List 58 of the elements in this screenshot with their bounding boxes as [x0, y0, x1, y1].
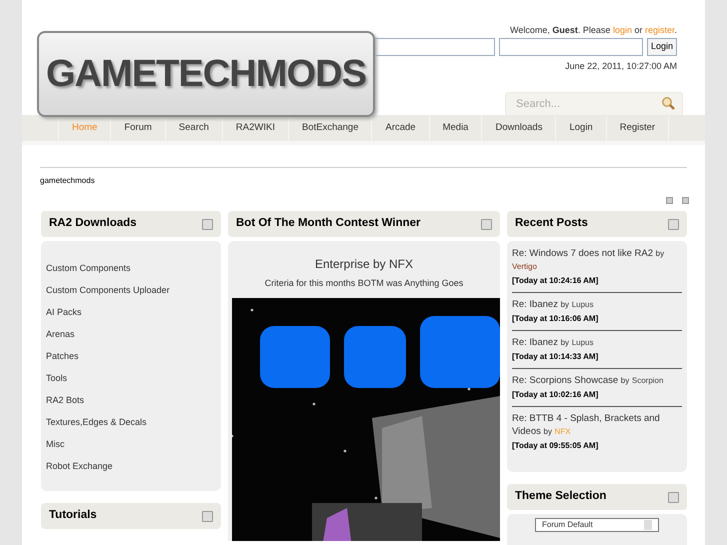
- search-icon[interactable]: [661, 96, 675, 110]
- panel-title: Recent Posts: [515, 216, 588, 232]
- collapse-icon[interactable]: [202, 218, 213, 230]
- panel-title: Tutorials: [49, 508, 97, 524]
- collapse-icon[interactable]: [202, 510, 213, 522]
- download-link[interactable]: Tools: [46, 371, 68, 385]
- nav-tab[interactable]: Register: [606, 115, 670, 141]
- collapse-icon[interactable]: [481, 218, 492, 230]
- post-title: Re: Ibanez by Lupus: [512, 336, 594, 349]
- post-time: [Today at 10:14:33 AM]: [512, 351, 600, 363]
- panel-title: Bot Of The Month Contest Winner: [236, 216, 421, 232]
- winner-title: Enterprise by NFX: [314, 256, 414, 273]
- author-link[interactable]: Lupus: [572, 300, 594, 309]
- post-time: [Today at 10:24:16 AM]: [512, 275, 600, 287]
- download-link[interactable]: AI Packs: [46, 305, 82, 319]
- nav-tab[interactable]: Login: [555, 115, 606, 141]
- download-link[interactable]: Robot Exchange: [46, 459, 113, 473]
- nav-tab[interactable]: RA2WIKI: [222, 115, 288, 141]
- nav-tab[interactable]: Media: [428, 115, 482, 141]
- author-link[interactable]: Scorpion: [632, 376, 664, 385]
- nav-tab[interactable]: Arcade: [371, 115, 429, 141]
- download-link[interactable]: Custom Components Uploader: [46, 283, 170, 297]
- username-field[interactable]: [372, 38, 495, 56]
- panel-title: Theme Selection: [515, 489, 606, 504]
- criteria-text: Criteria for this months BOTM was Anything Goes: [264, 277, 464, 290]
- nav-tab[interactable]: Search: [164, 115, 222, 141]
- nav-tab[interactable]: Forum: [110, 115, 165, 141]
- logo[interactable]: GAMETECHMODS: [37, 31, 375, 117]
- search-field[interactable]: Search...: [505, 92, 683, 116]
- password-field[interactable]: [498, 38, 643, 56]
- post-title: Re: Scorpions Showcase by Scorpion: [512, 374, 664, 387]
- post-title: Re: Windows 7 does not like RA2 by Vertigo: [512, 247, 666, 273]
- post-time: [Today at 09:55:05 AM]: [512, 440, 600, 452]
- post-time: [Today at 10:16:06 AM]: [512, 313, 600, 325]
- breadcrumb[interactable]: gametechmods: [40, 175, 95, 187]
- welcome-text: Welcome, Guest. Please login or register.: [510, 24, 677, 37]
- logo-text: GAMETECHMODS: [46, 52, 366, 96]
- download-link[interactable]: RA2 Bots: [46, 393, 84, 407]
- collapse-icon[interactable]: [666, 197, 673, 204]
- nav-tab[interactable]: Downloads: [481, 115, 556, 141]
- panel-title: RA2 Downloads: [49, 216, 137, 232]
- collapse-icon[interactable]: [682, 197, 689, 204]
- download-link[interactable]: Custom Components: [46, 261, 131, 275]
- download-link[interactable]: Misc: [46, 437, 64, 451]
- download-link[interactable]: Arenas: [46, 327, 75, 341]
- collapse-icon[interactable]: [668, 492, 679, 502]
- collapse-icon[interactable]: [668, 218, 679, 230]
- post-time: [Today at 10:02:16 AM]: [512, 389, 600, 401]
- post-title: Re: Ibanez by Lupus: [512, 298, 594, 311]
- nav-tab[interactable]: BotExchange: [288, 115, 372, 141]
- author-link[interactable]: Lupus: [572, 338, 594, 347]
- author-link[interactable]: Vertigo: [512, 262, 537, 271]
- login-button[interactable]: Login: [646, 38, 677, 56]
- download-link[interactable]: Patches: [46, 349, 79, 363]
- download-link[interactable]: Textures,Edges & Decals: [46, 415, 147, 429]
- date-text: June 22, 2011, 10:27:00 AM: [565, 60, 677, 73]
- post-title: Re: BTTB 4 - Splash, Brackets and Videos by NFX: [512, 412, 661, 438]
- theme-select[interactable]: Forum Default: [535, 518, 659, 532]
